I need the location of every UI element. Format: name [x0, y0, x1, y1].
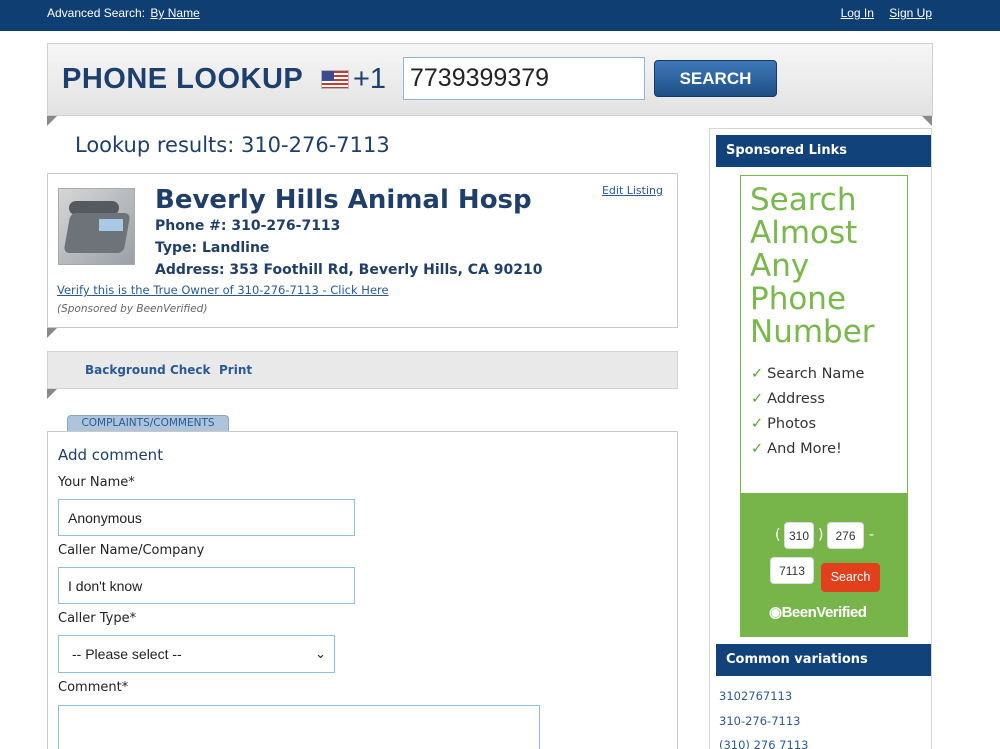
listing-address: Address: 353 Foothill Rd, Beverly Hills,… — [155, 262, 543, 278]
variation-link[interactable]: 3102767113 — [719, 689, 792, 703]
ad-area-code-input[interactable]: 310 — [784, 522, 814, 549]
sponsored-note: (Sponsored by BeenVerified) — [57, 303, 208, 315]
ad-headline: Search Almost Any Phone Number — [750, 184, 875, 349]
ad-feature: ✓ Photos — [751, 416, 817, 432]
advanced-search-label: Advanced Search: — [47, 6, 146, 20]
beenverified-ad[interactable]: Search Almost Any Phone Number ✓ Search N… — [740, 175, 908, 637]
edit-listing-link[interactable]: Edit Listing — [602, 184, 663, 197]
ad-prefix-input[interactable]: 276 — [827, 522, 864, 549]
variation-link[interactable]: 310-276-7113 — [719, 714, 800, 728]
ribbon-fold-right — [922, 116, 932, 126]
caller-name-label: Caller Name/Company — [58, 543, 205, 558]
caller-type-select[interactable]: -- Please select -- ⌄ — [58, 635, 335, 673]
variation-link[interactable]: (310) 276 7113 — [719, 738, 808, 749]
by-name-link[interactable]: By Name — [150, 6, 199, 20]
check-icon: ✓ — [751, 441, 764, 457]
ad-headline-line: Number — [750, 314, 875, 350]
top-navigation-bar: Advanced Search: By Name Log In Sign Up — [0, 0, 1000, 31]
check-icon: ✓ — [751, 391, 764, 407]
auth-links: Log In Sign Up — [829, 6, 932, 20]
listing-card: Beverly Hills Animal Hosp Phone #: 310-2… — [47, 173, 678, 328]
comment-form: Add comment Your Name* Caller Name/Compa… — [47, 431, 678, 749]
caller-type-label: Caller Type* — [58, 611, 137, 626]
ribbon-fold-left — [47, 116, 57, 126]
country-code: +1 — [353, 63, 387, 95]
background-check-link[interactable]: Background Check — [85, 363, 211, 377]
ad-headline-line: Any — [750, 248, 810, 284]
signup-link[interactable]: Sign Up — [889, 6, 932, 20]
actions-bar: Background Check Print — [47, 351, 678, 389]
lookup-results-title: Lookup results: 310-276-7113 — [75, 133, 390, 157]
telephone-icon — [58, 188, 135, 265]
ribbon-fold-left-2 — [47, 328, 57, 338]
verify-owner-link[interactable]: Verify this is the True Owner of 310-276… — [57, 283, 389, 297]
listing-type: Type: Landline — [155, 240, 270, 256]
comment-label: Comment* — [58, 680, 129, 695]
login-link[interactable]: Log In — [841, 6, 874, 20]
ribbon-fold-left-3 — [47, 389, 57, 399]
check-icon: ✓ — [751, 366, 764, 382]
ad-headline-line: Almost — [750, 215, 858, 251]
sidebar: Sponsored Links Search Almost Any Phone … — [709, 128, 932, 749]
phone-lookup-title: PHONE LOOKUP — [62, 63, 304, 95]
ad-feature: ✓ Search Name — [751, 366, 865, 382]
ad-headline-line: Search — [750, 182, 857, 218]
search-button[interactable]: SEARCH — [654, 60, 777, 97]
print-link[interactable]: Print — [219, 363, 252, 377]
add-comment-heading: Add comment — [58, 446, 164, 464]
comment-textarea[interactable] — [58, 705, 540, 749]
your-name-label: Your Name* — [58, 475, 135, 490]
ad-search-button[interactable]: Search — [821, 563, 880, 592]
listing-phone: Phone #: 310-276-7113 — [155, 218, 341, 234]
us-flag-icon — [321, 70, 349, 89]
ad-feature: ✓ Address — [751, 391, 825, 407]
ad-search-panel: ( 310 ) 276 - 7113 Search ◉BeenVerified — [741, 493, 907, 637]
phone-number-input[interactable] — [403, 57, 645, 100]
ad-headline-line: Phone — [750, 281, 847, 317]
your-name-field[interactable] — [58, 499, 355, 536]
check-icon: ✓ — [751, 416, 764, 432]
phone-lookup-bar: PHONE LOOKUP +1 SEARCH — [47, 43, 933, 116]
business-name: Beverly Hills Animal Hosp — [155, 185, 532, 215]
ad-line-input[interactable]: 7113 — [770, 557, 814, 584]
advanced-search: Advanced Search: By Name — [47, 6, 200, 20]
chevron-down-icon: ⌄ — [315, 646, 326, 661]
beenverified-logo: ◉BeenVerified — [769, 604, 867, 621]
caller-name-field[interactable] — [58, 567, 355, 604]
tab-complaints-comments[interactable]: COMPLAINTS/COMMENTS — [67, 415, 229, 432]
sponsored-links-heading: Sponsored Links — [716, 135, 931, 167]
caller-type-value: -- Please select -- — [72, 646, 182, 662]
ad-feature: ✓ And More! — [751, 441, 842, 457]
common-variations-heading: Common variations — [716, 644, 931, 676]
